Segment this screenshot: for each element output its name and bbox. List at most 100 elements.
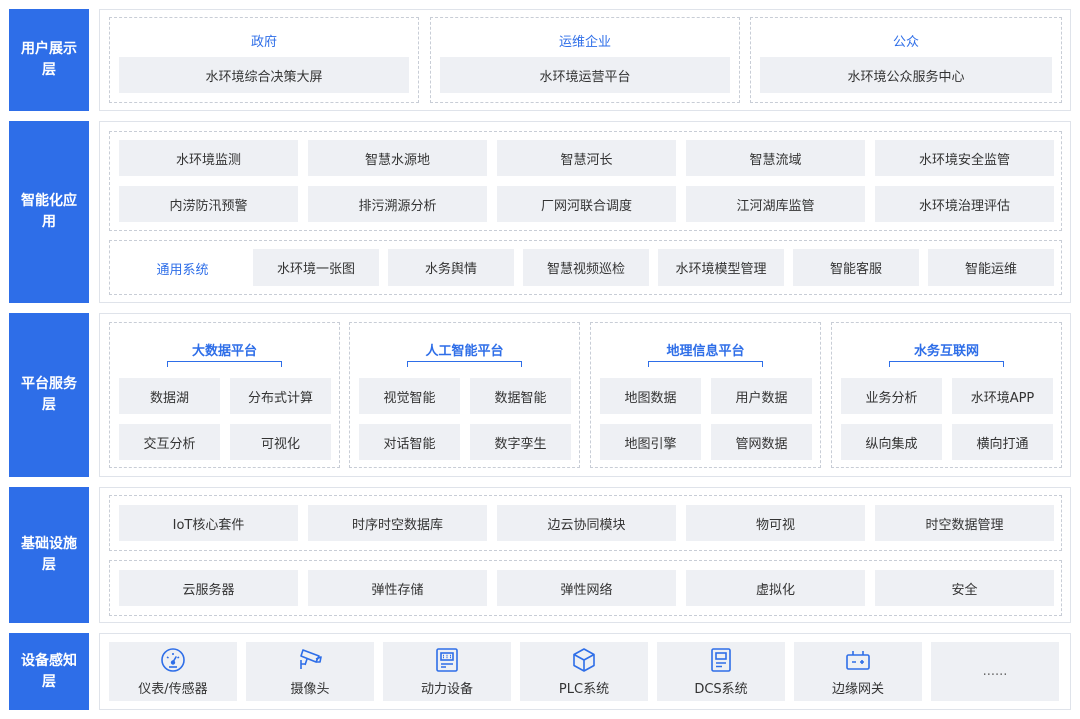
layer-label-user: 用户展示层 — [9, 9, 89, 111]
general-item: 水务舆情 — [388, 249, 514, 286]
group-title: 大数据平台 — [191, 344, 257, 359]
platform-group-ai: 人工智能平台 视觉智能 数据智能 对话智能 数字孪生 — [349, 322, 580, 468]
user-group-public: 公众 水环境公众服务中心 — [750, 17, 1062, 103]
platform-item: 业务分析 — [841, 378, 942, 414]
platform-item: 横向打通 — [952, 424, 1053, 460]
general-item: 智慧视频巡检 — [523, 249, 649, 286]
device-label: 摄像头 — [290, 681, 330, 697]
platform-item: 视觉智能 — [359, 378, 460, 414]
general-item: 智能客服 — [793, 249, 919, 286]
app-item: 内涝防汛预警 — [119, 186, 298, 222]
app-item: 厂网河联合调度 — [497, 186, 676, 222]
device-label: PLC系统 — [558, 681, 610, 697]
infra-item: 弹性网络 — [497, 570, 676, 606]
user-group-government: 政府 水环境综合决策大屏 — [109, 17, 419, 103]
camera-icon — [300, 648, 322, 669]
infra-item: IoT核心套件 — [119, 505, 298, 541]
infra-item: 边云协同模块 — [497, 505, 676, 541]
layer-frame-user: 政府 水环境综合决策大屏 运维企业 水环境运营平台 公众 水环境公众服务中心 — [99, 9, 1071, 111]
platform-item: 管网数据 — [711, 424, 812, 460]
title-bracket — [648, 361, 763, 367]
app-item: 水环境治理评估 — [875, 186, 1054, 222]
infra-row-1: IoT核心套件 时序时空数据库 边云协同模块 物可视 时空数据管理 — [109, 495, 1062, 551]
general-item: 水环境模型管理 — [658, 249, 784, 286]
platform-item: 交互分析 — [119, 424, 220, 460]
general-title: 通用系统 — [156, 263, 209, 278]
platform-item: 对话智能 — [359, 424, 460, 460]
user-item: 水环境公众服务中心 — [760, 57, 1052, 93]
layer-user: 用户展示层 政府 水环境综合决策大屏 运维企业 水环境运营平台 公众 水环境公众… — [9, 9, 1071, 111]
app-item: 智慧河长 — [497, 140, 676, 176]
platform-item: 数字孪生 — [470, 424, 571, 460]
title-bracket — [889, 361, 1004, 367]
app-item: 排污溯源分析 — [308, 186, 487, 222]
device-item: DCS系统 — [657, 642, 785, 701]
group-title: 政府 — [250, 35, 277, 50]
gateway-icon — [846, 650, 870, 670]
group-title: 公众 — [892, 35, 919, 50]
app-item: 江河湖库监管 — [686, 186, 865, 222]
infra-item: 安全 — [875, 570, 1054, 606]
user-group-operator: 运维企业 水环境运营平台 — [430, 17, 740, 103]
device-item: 动力设备 — [383, 642, 511, 701]
platform-item: 可视化 — [230, 424, 331, 460]
device-item: 边缘网关 — [794, 642, 922, 701]
general-item: 水环境一张图 — [253, 249, 379, 286]
platform-item: 分布式计算 — [230, 378, 331, 414]
general-item: 智能运维 — [928, 249, 1054, 286]
platform-group-bigdata: 大数据平台 数据湖 分布式计算 交互分析 可视化 — [109, 322, 340, 468]
layer-label-infra: 基础设施层 — [9, 487, 89, 623]
platform-item: 纵向集成 — [841, 424, 942, 460]
infra-item: 云服务器 — [119, 570, 298, 606]
layer-app: 智能化应用 水环境监测 智慧水源地 智慧河长 智慧流域 水环境安全监管 内涝防汛… — [9, 121, 1071, 303]
app-item: 水环境安全监管 — [875, 140, 1054, 176]
platform-item: 水环境APP — [952, 378, 1053, 414]
platform-item: 地图引擎 — [600, 424, 701, 460]
app-item: 水环境监测 — [119, 140, 298, 176]
layer-frame-device: 仪表/传感器 摄像头 动力设备 PLC系统 DCS系统 边缘网关 ...... — [99, 633, 1071, 710]
control-panel-icon — [711, 647, 731, 672]
group-title: 地理信息平台 — [666, 344, 745, 359]
layer-label-app: 智能化应用 — [9, 121, 89, 303]
group-title: 人工智能平台 — [425, 344, 504, 359]
platform-item: 数据湖 — [119, 378, 220, 414]
layer-frame-platform: 大数据平台 数据湖 分布式计算 交互分析 可视化 人工智能平台 视觉智能 数据智… — [99, 313, 1071, 477]
layer-label-device: 设备感知层 — [9, 633, 89, 710]
layer-frame-app: 水环境监测 智慧水源地 智慧河长 智慧流域 水环境安全监管 内涝防汛预警 排污溯… — [99, 121, 1071, 303]
more-label: ...... — [982, 664, 1008, 679]
layer-infra: 基础设施层 IoT核心套件 时序时空数据库 边云协同模块 物可视 时空数据管理 … — [9, 487, 1071, 623]
group-title: 水务互联网 — [913, 344, 979, 359]
cube-icon — [573, 647, 595, 672]
group-title: 运维企业 — [558, 35, 611, 50]
platform-group-gis: 地理信息平台 地图数据 用户数据 地图引擎 管网数据 — [590, 322, 821, 468]
device-item: 仪表/传感器 — [109, 642, 237, 701]
platform-item: 数据智能 — [470, 378, 571, 414]
infra-row-2: 云服务器 弹性存储 弹性网络 虚拟化 安全 — [109, 560, 1062, 616]
device-label: 边缘网关 — [831, 681, 884, 697]
infra-item: 虚拟化 — [686, 570, 865, 606]
device-label: DCS系统 — [694, 681, 748, 697]
device-label: 动力设备 — [420, 681, 473, 697]
app-domain-group: 水环境监测 智慧水源地 智慧河长 智慧流域 水环境安全监管 内涝防汛预警 排污溯… — [109, 131, 1062, 231]
layer-device: 设备感知层 仪表/传感器 摄像头 动力设备 PLC系统 DCS系统 边缘网关 .… — [9, 633, 1071, 710]
app-item: 智慧流域 — [686, 140, 865, 176]
device-item: 摄像头 — [246, 642, 374, 701]
layer-label-platform: 平台服务层 — [9, 313, 89, 477]
user-item: 水环境综合决策大屏 — [119, 57, 409, 93]
layer-frame-infra: IoT核心套件 时序时空数据库 边云协同模块 物可视 时空数据管理 云服务器 弹… — [99, 487, 1071, 623]
title-bracket — [407, 361, 522, 367]
title-bracket — [167, 361, 282, 367]
infra-item: 时空数据管理 — [875, 505, 1054, 541]
layer-platform: 平台服务层 大数据平台 数据湖 分布式计算 交互分析 可视化 人工智能平台 视觉… — [9, 313, 1071, 477]
gauge-icon — [161, 647, 185, 672]
infra-item: 物可视 — [686, 505, 865, 541]
device-item-more: ...... — [931, 642, 1059, 701]
device-label: 仪表/传感器 — [138, 681, 208, 697]
platform-item: 用户数据 — [711, 378, 812, 414]
app-general-group: 通用系统 水环境一张图 水务舆情 智慧视频巡检 水环境模型管理 智能客服 智能运… — [109, 240, 1062, 295]
infra-item: 弹性存储 — [308, 570, 487, 606]
platform-item: 地图数据 — [600, 378, 701, 414]
app-item: 智慧水源地 — [308, 140, 487, 176]
platform-group-internet: 水务互联网 业务分析 水环境APP 纵向集成 横向打通 — [831, 322, 1062, 468]
infra-item: 时序时空数据库 — [308, 505, 487, 541]
